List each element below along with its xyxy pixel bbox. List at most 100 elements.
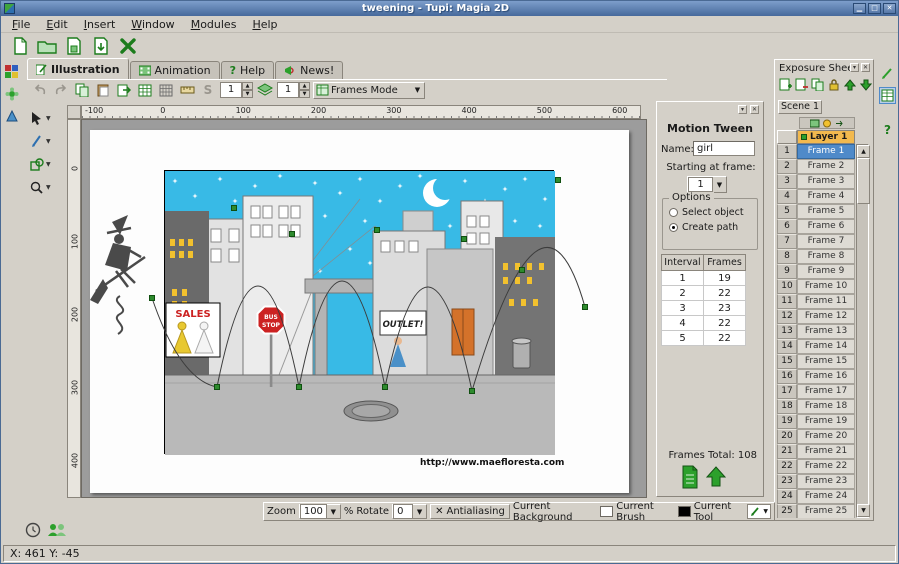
contour-tool-button[interactable]: ▼	[27, 132, 55, 150]
brushes-dock-icon[interactable]	[3, 85, 20, 102]
frames-list[interactable]: 1Frame 12Frame 23Frame 34Frame 45Frame 5…	[777, 144, 855, 518]
frame-cell[interactable]: Frame 4	[797, 189, 855, 204]
frame-cell[interactable]: Frame 25	[797, 504, 855, 518]
frame-row[interactable]: 9Frame 9	[777, 264, 855, 279]
menu-item-help[interactable]: Help	[245, 17, 284, 32]
path-node[interactable]	[583, 305, 588, 310]
frame-row[interactable]: 13Frame 13	[777, 324, 855, 339]
menu-bar[interactable]: FileEditInsertWindowModulesHelp	[1, 16, 898, 33]
frame-row[interactable]: 7Frame 7	[777, 234, 855, 249]
interval-row[interactable]: 422	[662, 316, 746, 331]
frame-row[interactable]: 22Frame 22	[777, 459, 855, 474]
interval-row[interactable]: 119	[662, 271, 746, 286]
frame-cell[interactable]: Frame 14	[797, 339, 855, 354]
exposure-dock-icon[interactable]	[879, 87, 896, 104]
scrollbar-thumb[interactable]	[857, 158, 870, 204]
title-bar[interactable]: tweening - Tupi: Magia 2D ▁ □ ✕	[1, 1, 898, 16]
chevron-down-icon[interactable]: ▼	[46, 161, 55, 168]
frame-row[interactable]: 11Frame 11	[777, 294, 855, 309]
import-icon[interactable]	[90, 35, 112, 57]
time-icon[interactable]	[25, 522, 41, 538]
spinner-arrows[interactable]: ▲▼	[299, 82, 310, 98]
save-tween-button[interactable]	[679, 464, 701, 490]
layers-icon[interactable]	[256, 82, 274, 99]
frame-cell[interactable]: Frame 18	[797, 399, 855, 414]
menu-item-window[interactable]: Window	[124, 17, 181, 32]
export-icon[interactable]	[115, 82, 133, 99]
frame-cell[interactable]: Frame 8	[797, 249, 855, 264]
option-create-path[interactable]: Create path	[669, 222, 757, 233]
antialiasing-checkbox[interactable]: ✕ Antialiasing	[430, 504, 510, 519]
library-dock-icon[interactable]	[3, 107, 20, 124]
zoom-combo[interactable]: 100 ▼	[299, 504, 341, 519]
frame-row[interactable]: 21Frame 21	[777, 444, 855, 459]
scroll-down-icon[interactable]: ▼	[857, 504, 870, 517]
frame-row[interactable]: 16Frame 16	[777, 369, 855, 384]
layer-header[interactable]: Layer 1	[797, 130, 855, 144]
menu-item-file[interactable]: File	[5, 17, 37, 32]
chevron-down-icon[interactable]: ▼	[46, 138, 55, 145]
frame-row[interactable]: 14Frame 14	[777, 339, 855, 354]
help-dock-icon[interactable]: ?	[879, 121, 896, 138]
frame-row[interactable]: 4Frame 4	[777, 189, 855, 204]
zoom-tool-button[interactable]: ▼	[27, 178, 55, 196]
menu-item-insert[interactable]: Insert	[77, 17, 123, 32]
radio-icon[interactable]	[669, 208, 678, 217]
interval-table[interactable]: Interval Frames 119222323422522	[661, 254, 746, 346]
apply-tween-button[interactable]	[705, 464, 727, 490]
frame-cell[interactable]: Frame 15	[797, 354, 855, 369]
frame-cell[interactable]: Frame 9	[797, 264, 855, 279]
lock-frame-icon[interactable]	[826, 77, 841, 92]
path-node[interactable]	[556, 178, 561, 183]
frame-row[interactable]: 19Frame 19	[777, 414, 855, 429]
color-palette-icon[interactable]	[3, 63, 20, 80]
brush-color-swatch[interactable]	[678, 506, 691, 517]
tab-help[interactable]: ? Help	[221, 61, 274, 79]
menu-item-modules[interactable]: Modules	[184, 17, 244, 32]
move-frame-up-icon[interactable]	[842, 77, 857, 92]
frame-cell[interactable]: Frame 5	[797, 204, 855, 219]
collaboration-icon[interactable]	[47, 522, 67, 538]
undock-panel-icon[interactable]: ▾	[850, 63, 859, 72]
maximize-button[interactable]: □	[868, 3, 881, 14]
current-tool-combo[interactable]: ▼	[747, 504, 771, 519]
onion-prev-spinner[interactable]: 1 ▲▼	[220, 82, 253, 98]
radio-icon[interactable]	[669, 223, 678, 232]
tab-illustration[interactable]: Illustration	[27, 58, 129, 79]
layer-arrows-icon[interactable]	[834, 119, 844, 128]
scene-tab[interactable]: Scene 1	[778, 100, 822, 114]
pen-dock-icon[interactable]	[879, 65, 896, 82]
close-panel-icon[interactable]: ✕	[861, 63, 870, 72]
frame-cell[interactable]: Frame 1	[797, 144, 855, 159]
grid-icon[interactable]	[157, 82, 175, 99]
frame-cell[interactable]: Frame 10	[797, 279, 855, 294]
interval-row[interactable]: 522	[662, 331, 746, 346]
frame-cell[interactable]: Frame 6	[797, 219, 855, 234]
frame-cell[interactable]: Frame 24	[797, 489, 855, 504]
ruler-icon[interactable]	[178, 82, 196, 99]
canvas-workspace[interactable]: SALES OUTLET! BUS	[81, 119, 647, 498]
frame-row[interactable]: 23Frame 23	[777, 474, 855, 489]
onion-next-spinner[interactable]: 1 ▲▼	[277, 82, 310, 98]
frame-cell[interactable]: Frame 17	[797, 384, 855, 399]
frame-row[interactable]: 8Frame 8	[777, 249, 855, 264]
tab-news[interactable]: News!	[275, 61, 343, 79]
minimize-button[interactable]: ▁	[853, 3, 866, 14]
open-project-icon[interactable]	[36, 35, 58, 57]
frame-row[interactable]: 2Frame 2	[777, 159, 855, 174]
tween-name-input[interactable]: girl	[693, 141, 755, 156]
new-document-icon[interactable]	[9, 35, 31, 57]
frame-cell[interactable]: Frame 2	[797, 159, 855, 174]
remove-frame-icon[interactable]	[794, 77, 809, 92]
spinner-arrows[interactable]: ▲▼	[242, 82, 253, 98]
start-frame-combo[interactable]: 1 ▼	[687, 176, 727, 193]
frame-cell[interactable]: Frame 3	[797, 174, 855, 189]
clone-frame-icon[interactable]	[810, 77, 825, 92]
background-color-swatch[interactable]	[600, 506, 613, 517]
close-project-icon[interactable]	[117, 35, 139, 57]
save-project-icon[interactable]	[63, 35, 85, 57]
undo-icon[interactable]	[31, 82, 49, 99]
frame-cell[interactable]: Frame 21	[797, 444, 855, 459]
frames-mode-combo[interactable]: Frames Mode ▼	[313, 82, 425, 99]
frame-cell[interactable]: Frame 19	[797, 414, 855, 429]
